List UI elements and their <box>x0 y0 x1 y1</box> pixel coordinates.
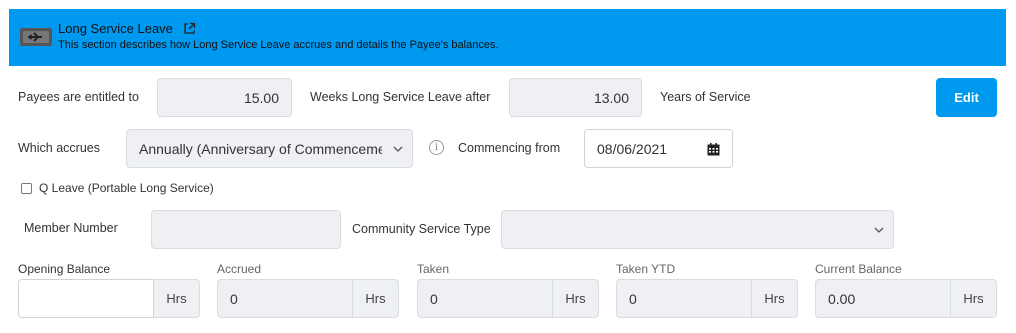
chevron-down-icon <box>393 146 403 152</box>
weeks-after-label: Weeks Long Service Leave after <box>310 90 491 104</box>
opening-balance-input[interactable] <box>18 279 154 318</box>
commencing-date-value: 08/06/2021 <box>597 140 668 157</box>
years-service-value: 13.00 <box>593 89 629 106</box>
taken-field: 0 <box>417 279 553 318</box>
accrual-select[interactable]: Annually (Anniversary of Commencement) <box>126 129 413 168</box>
current-balance-label: Current Balance <box>815 262 902 276</box>
plane-ticket-icon <box>20 28 52 46</box>
accrued-unit: Hrs <box>353 279 399 318</box>
taken-ytd-unit: Hrs <box>752 279 798 318</box>
section-banner: Long Service Leave This section describe… <box>9 9 1006 66</box>
calendar-button[interactable] <box>693 129 733 168</box>
accrued-value: 0 <box>230 290 238 307</box>
chevron-down-icon <box>874 227 884 233</box>
accrues-label: Which accrues <box>18 141 100 155</box>
section-description: This section describes how Long Service … <box>58 39 499 51</box>
info-icon[interactable]: i <box>429 140 444 155</box>
calendar-icon <box>707 143 720 156</box>
edit-button[interactable]: Edit <box>936 78 997 117</box>
section-title: Long Service Leave <box>58 21 173 36</box>
community-service-label: Community Service Type <box>352 222 491 236</box>
taken-ytd-field: 0 <box>616 279 752 318</box>
accrued-field: 0 <box>217 279 353 318</box>
external-link-icon[interactable] <box>183 22 196 35</box>
current-balance-field: 0.00 <box>815 279 951 318</box>
years-service-label: Years of Service <box>660 90 751 104</box>
member-number-input[interactable] <box>151 210 341 249</box>
qleave-label: Q Leave (Portable Long Service) <box>39 181 214 195</box>
taken-unit: Hrs <box>553 279 599 318</box>
opening-balance-label: Opening Balance <box>18 262 111 276</box>
weeks-entitled-field[interactable]: 15.00 <box>157 78 292 117</box>
current-balance-unit: Hrs <box>951 279 997 318</box>
qleave-checkbox[interactable] <box>21 183 32 194</box>
accrual-select-value: Annually (Anniversary of Commencement) <box>139 140 382 157</box>
taken-ytd-value: 0 <box>629 290 637 307</box>
entitled-label: Payees are entitled to <box>18 90 139 104</box>
commencing-date-input[interactable]: 08/06/2021 <box>584 129 694 168</box>
commencing-label: Commencing from <box>458 141 561 155</box>
years-service-field[interactable]: 13.00 <box>509 78 642 117</box>
community-service-select[interactable] <box>501 210 894 249</box>
member-number-label: Member Number <box>24 221 118 235</box>
taken-value: 0 <box>430 290 438 307</box>
taken-ytd-label: Taken YTD <box>616 262 676 276</box>
accrued-label: Accrued <box>217 262 262 276</box>
opening-balance-unit: Hrs <box>154 279 200 318</box>
taken-label: Taken <box>417 262 450 276</box>
current-balance-value: 0.00 <box>828 290 856 307</box>
weeks-entitled-value: 15.00 <box>243 89 279 106</box>
